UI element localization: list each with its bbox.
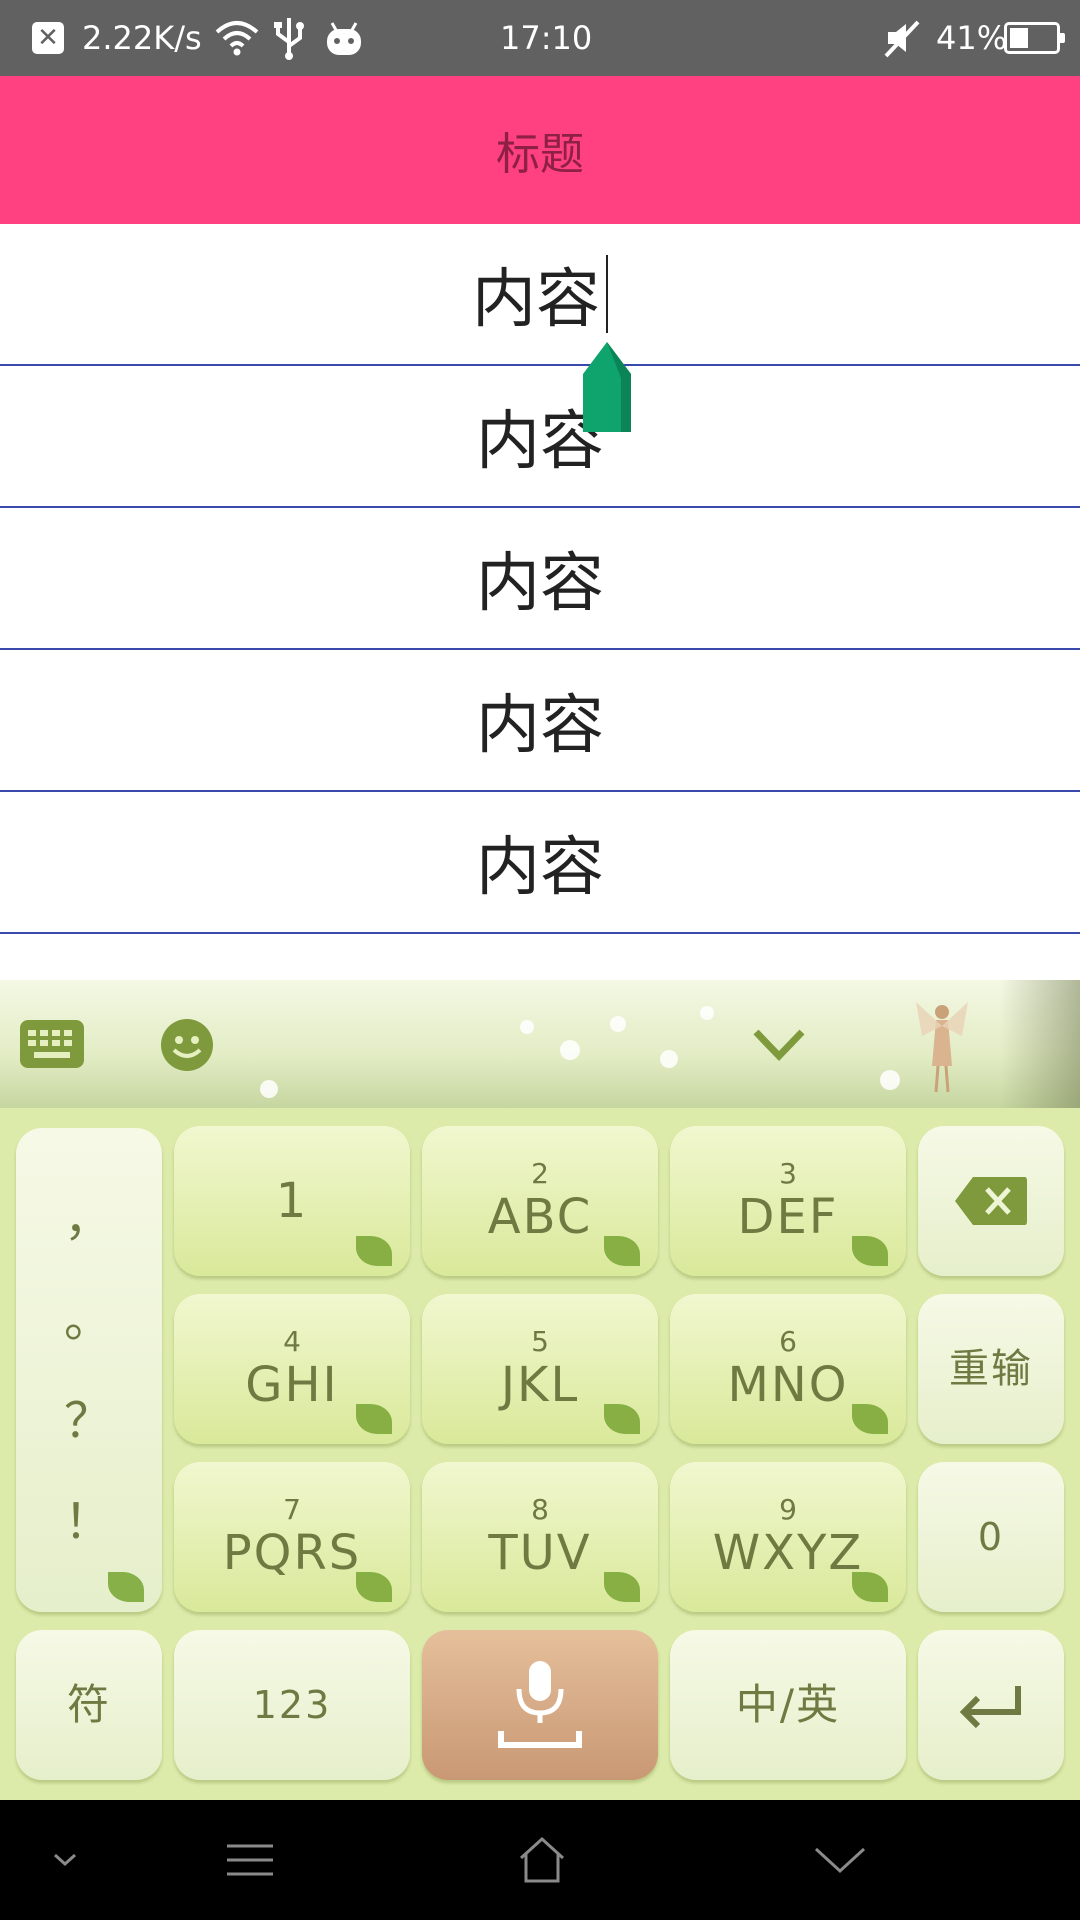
usb-icon — [272, 0, 306, 76]
leaf-icon — [356, 1572, 392, 1602]
backspace-button[interactable] — [918, 1126, 1064, 1276]
android-icon — [324, 0, 364, 76]
list-item[interactable]: 内容 — [0, 650, 1080, 792]
key-number: 2 — [531, 1157, 549, 1190]
battery-percent: 41% — [936, 19, 1008, 57]
punctuation-key[interactable]: ？ — [64, 1394, 114, 1448]
key-number: 3 — [779, 1157, 797, 1190]
backspace-icon — [955, 1177, 1027, 1225]
collapse-keyboard-icon[interactable] — [752, 1028, 806, 1066]
key-label: 1 — [275, 1173, 309, 1229]
key-9-wxyz[interactable]: 9 WXYZ — [670, 1462, 906, 1612]
close-notification-icon: ✕ — [32, 22, 64, 54]
content-list[interactable]: 内容 内容 内容 内容 内容 — [0, 224, 1080, 980]
emoji-icon[interactable] — [160, 1018, 214, 1076]
key-label: JKL — [500, 1357, 580, 1413]
home-icon[interactable] — [512, 1800, 572, 1920]
list-item-text: 内容 — [476, 689, 604, 763]
key-5-jkl[interactable]: 5 JKL — [422, 1294, 658, 1444]
wifi-icon — [214, 0, 260, 76]
leaf-icon — [852, 1404, 888, 1434]
language-switch-label: 中/英 — [735, 1680, 841, 1729]
punctuation-column[interactable]: ， 。 ？ ！ — [16, 1128, 162, 1612]
list-item[interactable]: 内容 — [0, 792, 1080, 934]
key-label: ABC — [487, 1189, 593, 1245]
list-item-text-input[interactable]: 内容 — [472, 248, 600, 340]
app-bar: 标题 — [0, 76, 1080, 224]
list-item[interactable]: 内容 — [0, 366, 1080, 508]
key-4-ghi[interactable]: 4 GHI — [174, 1294, 410, 1444]
language-switch-button[interactable]: 中/英 — [670, 1630, 906, 1780]
network-speed: 2.22K/s — [82, 19, 202, 57]
chevron-down-icon[interactable] — [810, 1800, 870, 1920]
text-cursor — [606, 255, 608, 333]
leaf-icon — [356, 1404, 392, 1434]
key-number: 4 — [283, 1325, 301, 1358]
voice-space-button[interactable] — [422, 1630, 658, 1780]
list-item-text: 内容 — [476, 831, 604, 905]
key-2-abc[interactable]: 2 ABC — [422, 1126, 658, 1276]
key-label: WXYZ — [712, 1525, 864, 1581]
punctuation-key[interactable]: 。 — [64, 1293, 114, 1347]
leaf-icon — [604, 1236, 640, 1266]
key-label: TUV — [488, 1525, 592, 1581]
enter-icon — [959, 1686, 1021, 1728]
leaf-icon — [108, 1572, 144, 1602]
navigation-bar — [0, 1800, 1080, 1920]
key-number: 9 — [779, 1493, 797, 1526]
key-label: GHI — [245, 1357, 339, 1413]
list-item-partial[interactable] — [0, 934, 1080, 980]
list-item-edit[interactable]: 内容 — [0, 224, 1080, 366]
key-1[interactable]: 1 — [174, 1126, 410, 1276]
key-number: 6 — [779, 1325, 797, 1358]
key-number: 8 — [531, 1493, 549, 1526]
punctuation-key[interactable]: ， — [64, 1192, 114, 1246]
microphone-icon — [498, 1661, 582, 1748]
leaf-icon — [604, 1404, 640, 1434]
symbol-button[interactable]: 符 — [16, 1630, 162, 1780]
number-mode-label: 123 — [252, 1683, 332, 1727]
leaf-icon — [852, 1236, 888, 1266]
key-number: 7 — [283, 1493, 301, 1526]
key-6-mno[interactable]: 6 MNO — [670, 1294, 906, 1444]
key-number: 5 — [531, 1325, 549, 1358]
key-0[interactable]: 0 — [918, 1462, 1064, 1612]
mute-icon — [882, 0, 922, 76]
keyboard-icon[interactable] — [20, 1020, 84, 1072]
key-7-pqrs[interactable]: 7 PQRS — [174, 1462, 410, 1612]
reinput-label: 重输 — [949, 1346, 1033, 1392]
keyboard: ， 。 ？ ！ 1 2 ABC 3 DEF 4 GHI 5 JKL 6 MNO — [0, 1108, 1080, 1800]
page-title: 标题 — [496, 129, 584, 180]
leaf-icon — [852, 1572, 888, 1602]
list-item[interactable]: 内容 — [0, 508, 1080, 650]
key-label: MNO — [727, 1357, 849, 1413]
list-item-text: 内容 — [476, 547, 604, 621]
menu-icon[interactable] — [220, 1800, 280, 1920]
number-mode-button[interactable]: 123 — [174, 1630, 410, 1780]
leaf-icon — [356, 1236, 392, 1266]
symbol-label: 符 — [66, 1680, 111, 1729]
key-label: PQRS — [222, 1525, 362, 1581]
key-label: DEF — [737, 1189, 839, 1245]
leaf-icon — [604, 1572, 640, 1602]
punctuation-key[interactable]: ！ — [64, 1495, 114, 1549]
key-8-tuv[interactable]: 8 TUV — [422, 1462, 658, 1612]
cursor-handle[interactable] — [581, 340, 633, 436]
chevron-down-small-icon[interactable] — [40, 1800, 90, 1920]
status-bar: ✕ 2.22K/s 17:10 41% — [0, 0, 1080, 76]
key-3-def[interactable]: 3 DEF — [670, 1126, 906, 1276]
fairy-decoration — [912, 996, 972, 1100]
key-label: 0 — [977, 1515, 1005, 1559]
reinput-button[interactable]: 重输 — [918, 1294, 1064, 1444]
keyboard-toolbar — [0, 980, 1080, 1108]
enter-button[interactable] — [918, 1630, 1064, 1780]
clock: 17:10 — [500, 19, 593, 57]
battery-icon — [1004, 22, 1065, 54]
